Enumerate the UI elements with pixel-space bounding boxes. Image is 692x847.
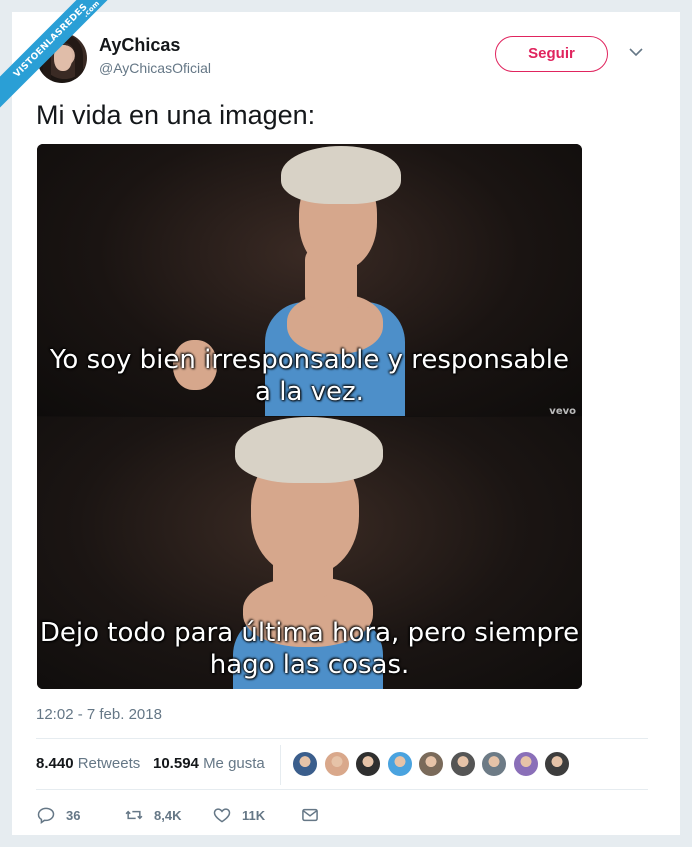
direct-message-button[interactable] (300, 805, 330, 825)
caption-bottom: Dejo todo para última hora, pero siempre… (39, 618, 580, 680)
tweet-media-image[interactable]: Yo soy bien irresponsable y responsable a… (37, 144, 582, 689)
heart-icon (213, 808, 231, 823)
likes-stat[interactable]: 10.594 Me gusta (153, 755, 265, 772)
meme-panel-bottom: Dejo todo para última hora, pero siempre… (37, 417, 582, 689)
watermark-label: VISTOENLASREDES (12, 2, 90, 80)
caption-top: Yo soy bien irresponsable y responsable a… (49, 345, 570, 407)
liker-avatar[interactable] (544, 751, 570, 777)
vevo-watermark: vevo (549, 406, 576, 416)
envelope-icon (302, 808, 318, 822)
follow-button[interactable]: Seguir (495, 36, 608, 72)
liker-avatar[interactable] (418, 751, 444, 777)
chevron-down-icon[interactable] (628, 46, 644, 58)
liker-avatar[interactable] (512, 751, 539, 777)
liker-avatar[interactable] (449, 751, 476, 777)
liker-avatar[interactable] (292, 751, 318, 777)
liker-avatar[interactable] (386, 751, 413, 777)
retweets-count: 8.440 (36, 755, 74, 772)
retweet-count: 8,4K (154, 807, 182, 823)
retweets-stat[interactable]: 8.440 Retweets (36, 755, 140, 772)
like-count: 11K (242, 807, 266, 823)
likes-count: 10.594 (153, 755, 199, 772)
watermark-ribbon: VISTOENLASREDES .com (0, 0, 120, 120)
divider (36, 789, 648, 790)
retweet-button[interactable]: 8,4K (124, 805, 181, 825)
like-button[interactable]: 11K (212, 805, 265, 825)
divider (36, 738, 648, 739)
reply-button[interactable]: 36 (36, 805, 80, 825)
retweets-label: Retweets (77, 755, 141, 772)
reply-icon (37, 807, 55, 824)
liker-avatar[interactable] (323, 751, 350, 777)
liker-avatar[interactable] (481, 751, 507, 777)
retweet-icon (125, 810, 143, 820)
liker-avatar[interactable] (355, 751, 381, 777)
timestamp[interactable]: 12:02 - 7 feb. 2018 (36, 706, 162, 723)
stats-separator (280, 745, 281, 785)
likes-label: Me gusta (203, 755, 265, 772)
reply-count: 36 (66, 807, 81, 823)
meme-panel-top: Yo soy bien irresponsable y responsable a… (37, 144, 582, 416)
